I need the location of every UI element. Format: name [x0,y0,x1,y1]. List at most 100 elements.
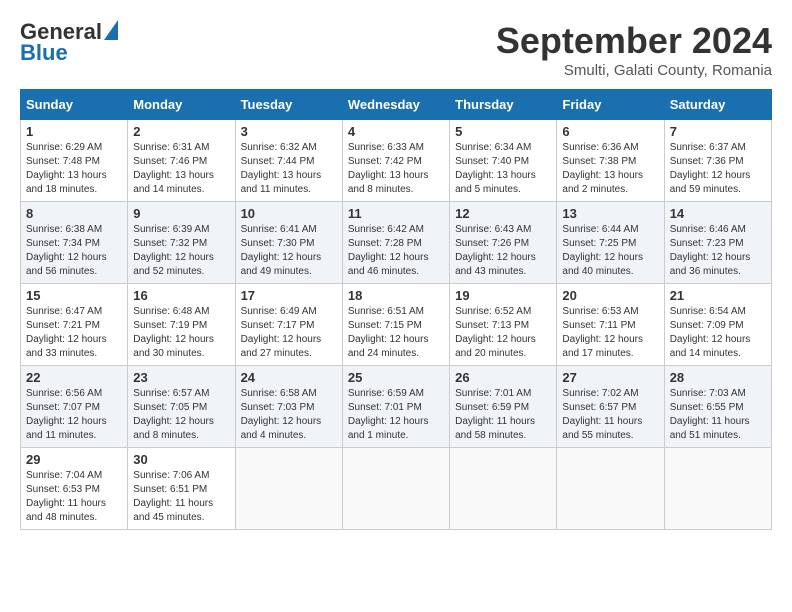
day-number: 11 [348,206,444,221]
day-number: 17 [241,288,337,303]
day-number: 10 [241,206,337,221]
logo-text-blue: Blue [20,40,68,66]
day-info: Sunrise: 6:53 AMSunset: 7:11 PMDaylight:… [562,305,658,361]
calendar-cell: 15 Sunrise: 6:47 AMSunset: 7:21 PMDaylig… [21,284,128,366]
day-info: Sunrise: 6:32 AMSunset: 7:44 PMDaylight:… [241,141,337,197]
day-info: Sunrise: 6:51 AMSunset: 7:15 PMDaylight:… [348,305,444,361]
day-info: Sunrise: 6:36 AMSunset: 7:38 PMDaylight:… [562,141,658,197]
day-number: 15 [26,288,122,303]
day-number: 14 [670,206,766,221]
day-info: Sunrise: 7:02 AMSunset: 6:57 PMDaylight:… [562,387,658,443]
calendar-table: SundayMondayTuesdayWednesdayThursdayFrid… [20,89,772,530]
day-info: Sunrise: 6:52 AMSunset: 7:13 PMDaylight:… [455,305,551,361]
calendar-cell: 6 Sunrise: 6:36 AMSunset: 7:38 PMDayligh… [557,120,664,202]
calendar-cell: 3 Sunrise: 6:32 AMSunset: 7:44 PMDayligh… [235,120,342,202]
calendar-cell: 17 Sunrise: 6:49 AMSunset: 7:17 PMDaylig… [235,284,342,366]
day-number: 30 [133,452,229,467]
day-number: 20 [562,288,658,303]
calendar-cell: 11 Sunrise: 6:42 AMSunset: 7:28 PMDaylig… [342,202,449,284]
day-number: 2 [133,124,229,139]
day-number: 8 [26,206,122,221]
weekday-header-friday: Friday [557,90,664,120]
weekday-header-thursday: Thursday [450,90,557,120]
calendar-cell: 25 Sunrise: 6:59 AMSunset: 7:01 PMDaylig… [342,366,449,448]
day-info: Sunrise: 6:29 AMSunset: 7:48 PMDaylight:… [26,141,122,197]
calendar-cell: 27 Sunrise: 7:02 AMSunset: 6:57 PMDaylig… [557,366,664,448]
day-number: 12 [455,206,551,221]
day-info: Sunrise: 6:44 AMSunset: 7:25 PMDaylight:… [562,223,658,279]
calendar-week-row: 22 Sunrise: 6:56 AMSunset: 7:07 PMDaylig… [21,366,772,448]
day-number: 4 [348,124,444,139]
day-number: 21 [670,288,766,303]
day-number: 27 [562,370,658,385]
day-info: Sunrise: 6:41 AMSunset: 7:30 PMDaylight:… [241,223,337,279]
calendar-cell: 9 Sunrise: 6:39 AMSunset: 7:32 PMDayligh… [128,202,235,284]
day-info: Sunrise: 6:33 AMSunset: 7:42 PMDaylight:… [348,141,444,197]
day-info: Sunrise: 7:03 AMSunset: 6:55 PMDaylight:… [670,387,766,443]
weekday-header-tuesday: Tuesday [235,90,342,120]
day-info: Sunrise: 6:54 AMSunset: 7:09 PMDaylight:… [670,305,766,361]
day-info: Sunrise: 7:01 AMSunset: 6:59 PMDaylight:… [455,387,551,443]
day-number: 23 [133,370,229,385]
month-title: September 2024 [496,20,772,62]
calendar-cell [664,448,771,530]
day-number: 6 [562,124,658,139]
calendar-cell: 2 Sunrise: 6:31 AMSunset: 7:46 PMDayligh… [128,120,235,202]
day-number: 3 [241,124,337,139]
calendar-cell: 26 Sunrise: 7:01 AMSunset: 6:59 PMDaylig… [450,366,557,448]
day-number: 5 [455,124,551,139]
calendar-cell: 22 Sunrise: 6:56 AMSunset: 7:07 PMDaylig… [21,366,128,448]
calendar-cell [557,448,664,530]
day-info: Sunrise: 6:37 AMSunset: 7:36 PMDaylight:… [670,141,766,197]
calendar-cell: 20 Sunrise: 6:53 AMSunset: 7:11 PMDaylig… [557,284,664,366]
day-number: 25 [348,370,444,385]
calendar-cell: 23 Sunrise: 6:57 AMSunset: 7:05 PMDaylig… [128,366,235,448]
calendar-cell: 1 Sunrise: 6:29 AMSunset: 7:48 PMDayligh… [21,120,128,202]
day-info: Sunrise: 6:38 AMSunset: 7:34 PMDaylight:… [26,223,122,279]
calendar-week-row: 1 Sunrise: 6:29 AMSunset: 7:48 PMDayligh… [21,120,772,202]
day-number: 22 [26,370,122,385]
day-number: 16 [133,288,229,303]
day-info: Sunrise: 6:34 AMSunset: 7:40 PMDaylight:… [455,141,551,197]
day-info: Sunrise: 6:56 AMSunset: 7:07 PMDaylight:… [26,387,122,443]
calendar-cell: 5 Sunrise: 6:34 AMSunset: 7:40 PMDayligh… [450,120,557,202]
calendar-week-row: 8 Sunrise: 6:38 AMSunset: 7:34 PMDayligh… [21,202,772,284]
day-info: Sunrise: 6:46 AMSunset: 7:23 PMDaylight:… [670,223,766,279]
calendar-cell: 4 Sunrise: 6:33 AMSunset: 7:42 PMDayligh… [342,120,449,202]
weekday-header-monday: Monday [128,90,235,120]
day-number: 28 [670,370,766,385]
weekday-header-wednesday: Wednesday [342,90,449,120]
calendar-cell: 29 Sunrise: 7:04 AMSunset: 6:53 PMDaylig… [21,448,128,530]
weekday-header-saturday: Saturday [664,90,771,120]
day-number: 29 [26,452,122,467]
calendar-cell: 18 Sunrise: 6:51 AMSunset: 7:15 PMDaylig… [342,284,449,366]
calendar-cell: 19 Sunrise: 6:52 AMSunset: 7:13 PMDaylig… [450,284,557,366]
day-number: 26 [455,370,551,385]
day-info: Sunrise: 7:04 AMSunset: 6:53 PMDaylight:… [26,469,122,525]
day-info: Sunrise: 6:31 AMSunset: 7:46 PMDaylight:… [133,141,229,197]
day-info: Sunrise: 6:58 AMSunset: 7:03 PMDaylight:… [241,387,337,443]
calendar-cell: 7 Sunrise: 6:37 AMSunset: 7:36 PMDayligh… [664,120,771,202]
day-info: Sunrise: 6:48 AMSunset: 7:19 PMDaylight:… [133,305,229,361]
calendar-cell: 24 Sunrise: 6:58 AMSunset: 7:03 PMDaylig… [235,366,342,448]
day-number: 7 [670,124,766,139]
day-number: 1 [26,124,122,139]
calendar-cell: 21 Sunrise: 6:54 AMSunset: 7:09 PMDaylig… [664,284,771,366]
calendar-week-row: 29 Sunrise: 7:04 AMSunset: 6:53 PMDaylig… [21,448,772,530]
day-number: 9 [133,206,229,221]
calendar-week-row: 15 Sunrise: 6:47 AMSunset: 7:21 PMDaylig… [21,284,772,366]
calendar-cell: 14 Sunrise: 6:46 AMSunset: 7:23 PMDaylig… [664,202,771,284]
calendar-cell: 30 Sunrise: 7:06 AMSunset: 6:51 PMDaylig… [128,448,235,530]
day-info: Sunrise: 6:43 AMSunset: 7:26 PMDaylight:… [455,223,551,279]
day-number: 13 [562,206,658,221]
day-info: Sunrise: 6:57 AMSunset: 7:05 PMDaylight:… [133,387,229,443]
weekday-header-sunday: Sunday [21,90,128,120]
day-info: Sunrise: 7:06 AMSunset: 6:51 PMDaylight:… [133,469,229,525]
location-subtitle: Smulti, Galati County, Romania [496,62,772,79]
calendar-cell: 13 Sunrise: 6:44 AMSunset: 7:25 PMDaylig… [557,202,664,284]
page-header: General Blue September 2024 Smulti, Gala… [20,20,772,79]
day-number: 24 [241,370,337,385]
calendar-cell: 16 Sunrise: 6:48 AMSunset: 7:19 PMDaylig… [128,284,235,366]
calendar-cell [342,448,449,530]
day-info: Sunrise: 6:59 AMSunset: 7:01 PMDaylight:… [348,387,444,443]
